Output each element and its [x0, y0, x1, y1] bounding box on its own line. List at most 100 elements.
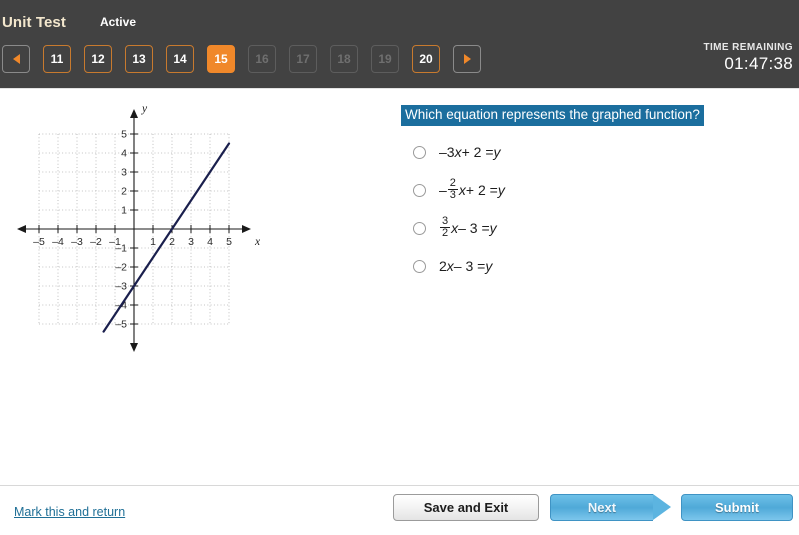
- next-button[interactable]: Next: [550, 494, 671, 521]
- time-remaining: TIME REMAINING 01:47:38: [704, 42, 794, 74]
- math-text: – 3 =: [458, 220, 490, 236]
- pager-item-label: 14: [173, 52, 187, 66]
- time-remaining-label: TIME REMAINING: [703, 42, 793, 53]
- pager-item-17: 17: [289, 45, 317, 73]
- pager-prev-button[interactable]: [2, 45, 30, 73]
- y-axis-tick-label: –1: [115, 243, 127, 255]
- y-axis-tick-label: 5: [121, 129, 127, 141]
- y-axis-label: y: [141, 103, 148, 115]
- header-title-row: Unit Test Active: [0, 10, 136, 34]
- math-text: 2: [439, 258, 447, 274]
- submit-button[interactable]: Submit: [681, 494, 793, 521]
- math-variable: x: [451, 220, 459, 236]
- y-axis-tick-label: 3: [121, 167, 127, 179]
- function-graph: –5–4–3–2–112345–5–4–3–2–112345xy: [8, 99, 270, 359]
- fraction-numerator: 3: [442, 214, 449, 227]
- pager-item-label: 15: [214, 52, 228, 66]
- x-axis-tick-label: –4: [52, 236, 64, 248]
- question-body: –5–4–3–2–112345–5–4–3–2–112345xy Which e…: [0, 88, 799, 487]
- pager-item-12[interactable]: 12: [84, 45, 112, 73]
- pager-item-label: 19: [378, 52, 392, 66]
- question-and-answers: Which equation represents the graphed fu…: [401, 105, 781, 290]
- radio-button-a[interactable]: [413, 145, 426, 159]
- mark-this-and-return-link[interactable]: Mark this and return: [14, 505, 125, 519]
- radio-button-d[interactable]: [413, 259, 426, 273]
- test-footer: Mark this and return Save and Exit Next …: [0, 485, 799, 535]
- y-axis-tick-label: –5: [115, 319, 127, 331]
- graph-svg: –5–4–3–2–112345–5–4–3–2–112345xy: [17, 103, 261, 352]
- triangle-right-icon: [463, 54, 471, 64]
- math-variable: x: [454, 144, 462, 160]
- pager-item-label: 17: [296, 52, 310, 66]
- pager-item-label: 16: [255, 52, 269, 66]
- math-text: –: [439, 182, 447, 198]
- math-variable: y: [493, 144, 501, 160]
- pager-item-20[interactable]: 20: [412, 45, 440, 73]
- pager-item-19: 19: [371, 45, 399, 73]
- math-text: + 2 =: [465, 182, 498, 198]
- save-and-exit-button[interactable]: Save and Exit: [393, 494, 539, 521]
- pager-item-label: 12: [91, 52, 105, 66]
- pager-next-button[interactable]: [453, 45, 481, 73]
- pager-item-18: 18: [330, 45, 358, 73]
- y-axis-tick-label: –3: [115, 281, 127, 293]
- fraction-denominator: 2: [440, 226, 451, 239]
- math-text: – 3 =: [453, 258, 486, 274]
- x-axis-label: x: [254, 236, 261, 248]
- status-badge: Active: [99, 15, 136, 29]
- math-text: –3: [439, 144, 455, 160]
- triangle-left-icon: [12, 54, 20, 64]
- x-axis-tick-label: 5: [226, 236, 232, 248]
- chevron-right-icon: [653, 494, 671, 520]
- test-header: Unit Test Active 11 12 13 14 15 16 17 18…: [0, 0, 799, 88]
- y-axis-tick-label: 2: [121, 186, 127, 198]
- y-axis-arrow-down: [130, 343, 138, 352]
- math-text: + 2 =: [461, 144, 494, 160]
- answer-label-a: –3 x + 2 = y: [439, 144, 501, 160]
- answer-option-a[interactable]: –3 x + 2 = y: [401, 138, 781, 166]
- x-axis-tick-label: –5: [33, 236, 45, 248]
- pager-item-label: 11: [50, 52, 64, 66]
- answer-label-d: 2x – 3 = y: [439, 258, 492, 274]
- x-axis-arrow-left: [17, 225, 26, 233]
- answer-label-b: –2 3 x + 2 = y: [439, 176, 505, 202]
- question-text: Which equation represents the graphed fu…: [401, 105, 704, 126]
- pager-item-11[interactable]: 11: [43, 45, 71, 73]
- fraction-denominator: 3: [447, 188, 458, 201]
- math-variable: x: [458, 182, 466, 198]
- radio-button-c[interactable]: [413, 221, 426, 235]
- fraction-numerator: 2: [449, 176, 456, 189]
- fraction: 23: [447, 176, 458, 201]
- time-remaining-value: 01:47:38: [724, 54, 793, 73]
- x-axis-tick-label: 1: [150, 236, 156, 248]
- x-axis-tick-label: 2: [169, 236, 175, 248]
- answer-option-d[interactable]: 2x – 3 = y: [401, 252, 781, 280]
- answer-options: –3 x + 2 = y –2 3 x + 2 = y 32x – 3 = y 2x …: [401, 138, 781, 280]
- fraction: 32: [440, 214, 451, 239]
- y-axis-tick-label: –2: [115, 262, 127, 274]
- x-axis-arrow-right: [242, 225, 251, 233]
- answer-option-b[interactable]: –2 3 x + 2 = y: [401, 176, 781, 204]
- pager-item-label: 13: [132, 52, 146, 66]
- math-variable: y: [489, 220, 497, 236]
- y-axis-tick-label: 1: [121, 205, 127, 217]
- math-variable: x: [446, 258, 454, 274]
- x-axis-tick-label: –3: [71, 236, 83, 248]
- y-axis-tick-label: 4: [121, 148, 127, 160]
- answer-option-c[interactable]: 32x – 3 = y: [401, 214, 781, 242]
- x-axis-tick-label: –2: [90, 236, 102, 248]
- x-axis-tick-label: 3: [188, 236, 194, 248]
- answer-label-c: 32x – 3 = y: [439, 214, 497, 240]
- pager-item-label: 18: [337, 52, 351, 66]
- radio-button-b[interactable]: [413, 183, 426, 197]
- page-title: Unit Test: [2, 13, 66, 31]
- pager-item-13[interactable]: 13: [125, 45, 153, 73]
- next-button-label: Next: [587, 500, 617, 515]
- math-variable: y: [497, 182, 505, 198]
- pager-item-label: 20: [419, 52, 433, 66]
- pager-item-16: 16: [248, 45, 276, 73]
- pager-item-14[interactable]: 14: [166, 45, 194, 73]
- x-axis-tick-label: 4: [207, 236, 213, 248]
- y-axis-arrow-up: [130, 109, 138, 118]
- pager-item-15-current[interactable]: 15: [207, 45, 235, 73]
